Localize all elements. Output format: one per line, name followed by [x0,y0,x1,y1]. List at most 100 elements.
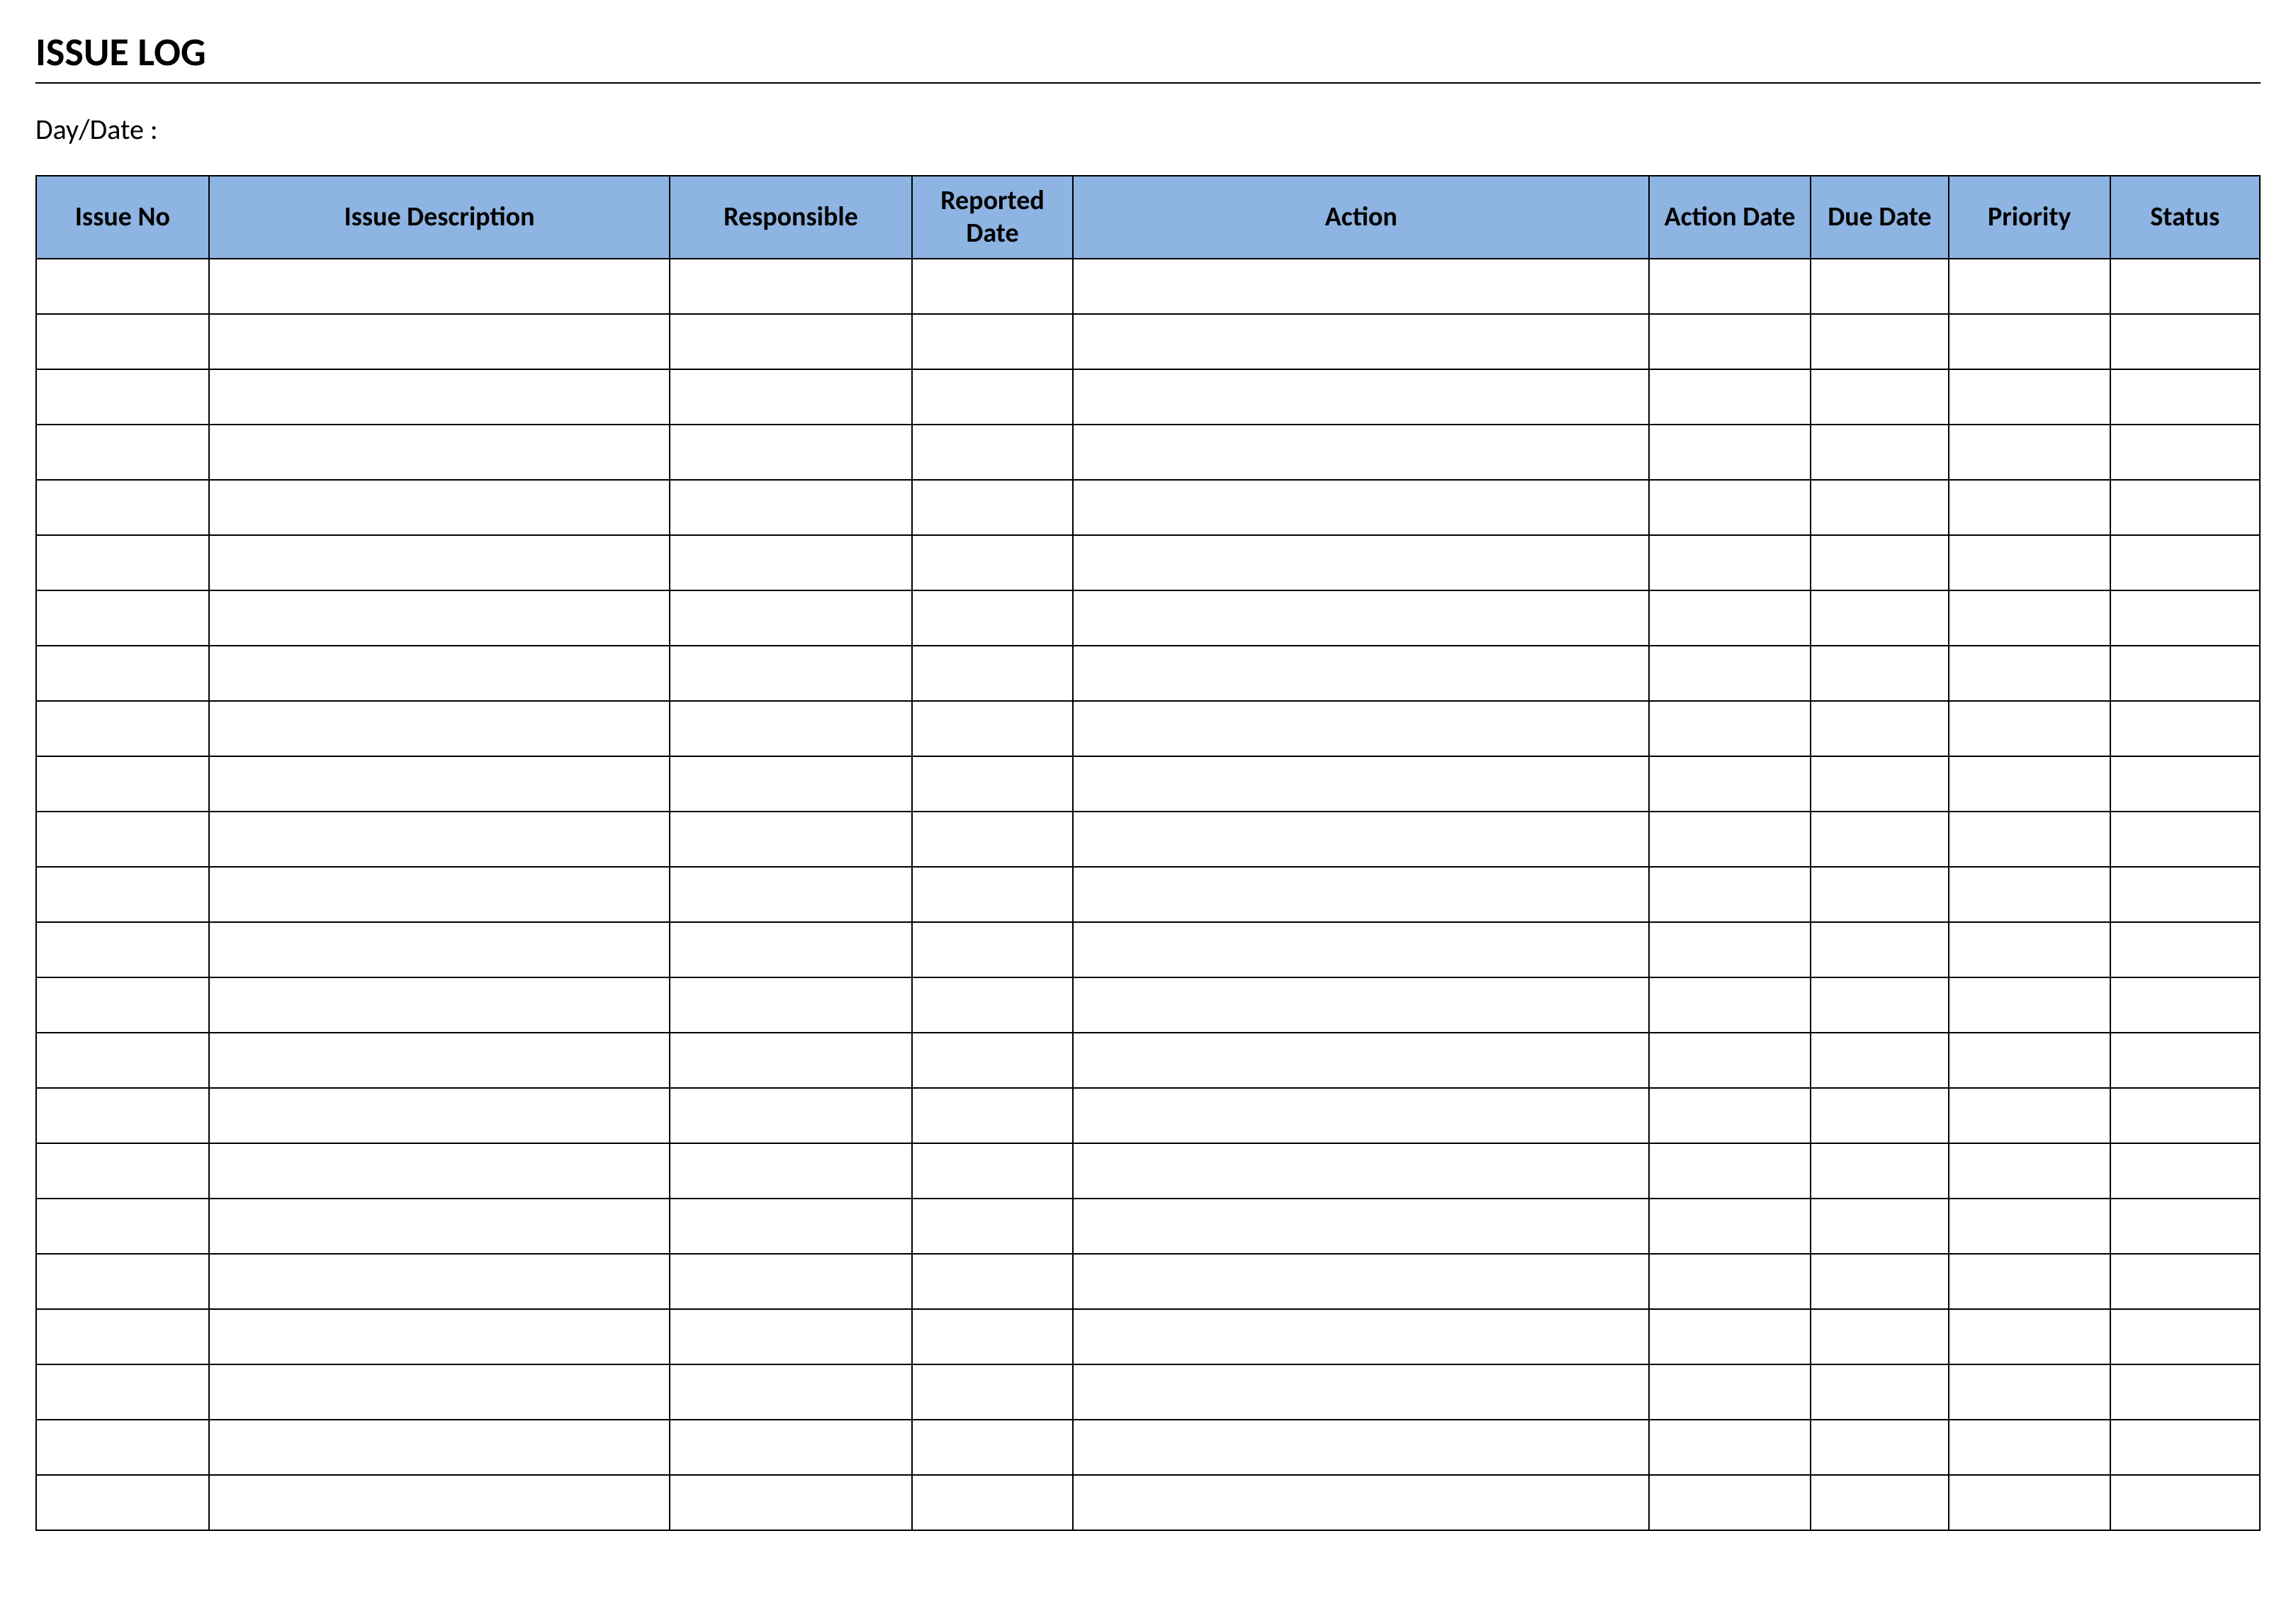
cell-due_date [1811,425,1949,480]
cell-action [1073,480,1649,535]
cell-priority [1949,977,2110,1033]
table-row [36,1475,2260,1530]
table-row [36,646,2260,701]
cell-responsible [670,922,911,977]
cell-status [2110,646,2260,701]
cell-reported_date [912,1199,1074,1254]
cell-due_date [1811,1364,1949,1420]
cell-action_date [1649,314,1811,369]
cell-issue_no [36,259,209,314]
cell-reported_date [912,535,1074,590]
cell-issue_description [209,480,670,535]
cell-due_date [1811,977,1949,1033]
header-issue-description: Issue Description [209,176,670,259]
table-row [36,535,2260,590]
cell-issue_description [209,1199,670,1254]
cell-responsible [670,259,911,314]
cell-action [1073,1143,1649,1199]
cell-reported_date [912,369,1074,425]
cell-responsible [670,1364,911,1420]
cell-issue_description [209,314,670,369]
cell-action [1073,701,1649,756]
cell-reported_date [912,590,1074,646]
table-row [36,922,2260,977]
table-row [36,1088,2260,1143]
cell-status [2110,259,2260,314]
cell-priority [1949,590,2110,646]
cell-reported_date [912,1088,1074,1143]
table-row [36,369,2260,425]
cell-action_date [1649,756,1811,812]
cell-action [1073,1199,1649,1254]
cell-action_date [1649,977,1811,1033]
cell-priority [1949,646,2110,701]
table-row [36,812,2260,867]
cell-due_date [1811,1143,1949,1199]
header-issue-no: Issue No [36,176,209,259]
cell-status [2110,1420,2260,1475]
cell-due_date [1811,1199,1949,1254]
cell-priority [1949,425,2110,480]
table-row [36,867,2260,922]
table-row [36,701,2260,756]
cell-due_date [1811,590,1949,646]
cell-status [2110,369,2260,425]
cell-issue_description [209,1309,670,1364]
cell-due_date [1811,701,1949,756]
cell-status [2110,756,2260,812]
cell-priority [1949,480,2110,535]
cell-reported_date [912,1254,1074,1309]
cell-action [1073,756,1649,812]
cell-reported_date [912,812,1074,867]
cell-priority [1949,1475,2110,1530]
cell-status [2110,812,2260,867]
cell-due_date [1811,867,1949,922]
cell-due_date [1811,314,1949,369]
cell-issue_no [36,425,209,480]
cell-action_date [1649,425,1811,480]
cell-status [2110,922,2260,977]
cell-issue_no [36,977,209,1033]
cell-action_date [1649,812,1811,867]
cell-priority [1949,812,2110,867]
cell-action_date [1649,1364,1811,1420]
cell-reported_date [912,1475,1074,1530]
cell-action [1073,259,1649,314]
cell-action_date [1649,1033,1811,1088]
cell-action_date [1649,535,1811,590]
cell-status [2110,480,2260,535]
cell-action_date [1649,1143,1811,1199]
cell-status [2110,535,2260,590]
cell-reported_date [912,425,1074,480]
cell-issue_description [209,1033,670,1088]
cell-reported_date [912,1033,1074,1088]
cell-priority [1949,701,2110,756]
cell-action_date [1649,1475,1811,1530]
cell-priority [1949,1420,2110,1475]
table-row [36,590,2260,646]
cell-status [2110,701,2260,756]
cell-status [2110,1199,2260,1254]
cell-action [1073,590,1649,646]
cell-reported_date [912,1143,1074,1199]
table-row [36,1254,2260,1309]
cell-responsible [670,369,911,425]
cell-issue_no [36,1199,209,1254]
cell-status [2110,1143,2260,1199]
cell-priority [1949,1033,2110,1088]
cell-status [2110,1475,2260,1530]
cell-priority [1949,1364,2110,1420]
cell-issue_no [36,646,209,701]
cell-responsible [670,425,911,480]
cell-action_date [1649,1254,1811,1309]
cell-responsible [670,646,911,701]
day-date-label: Day/Date : [35,112,2261,147]
table-row [36,1309,2260,1364]
cell-reported_date [912,480,1074,535]
cell-action [1073,369,1649,425]
table-row [36,977,2260,1033]
cell-action_date [1649,480,1811,535]
cell-responsible [670,1420,911,1475]
cell-issue_description [209,756,670,812]
cell-issue_no [36,701,209,756]
